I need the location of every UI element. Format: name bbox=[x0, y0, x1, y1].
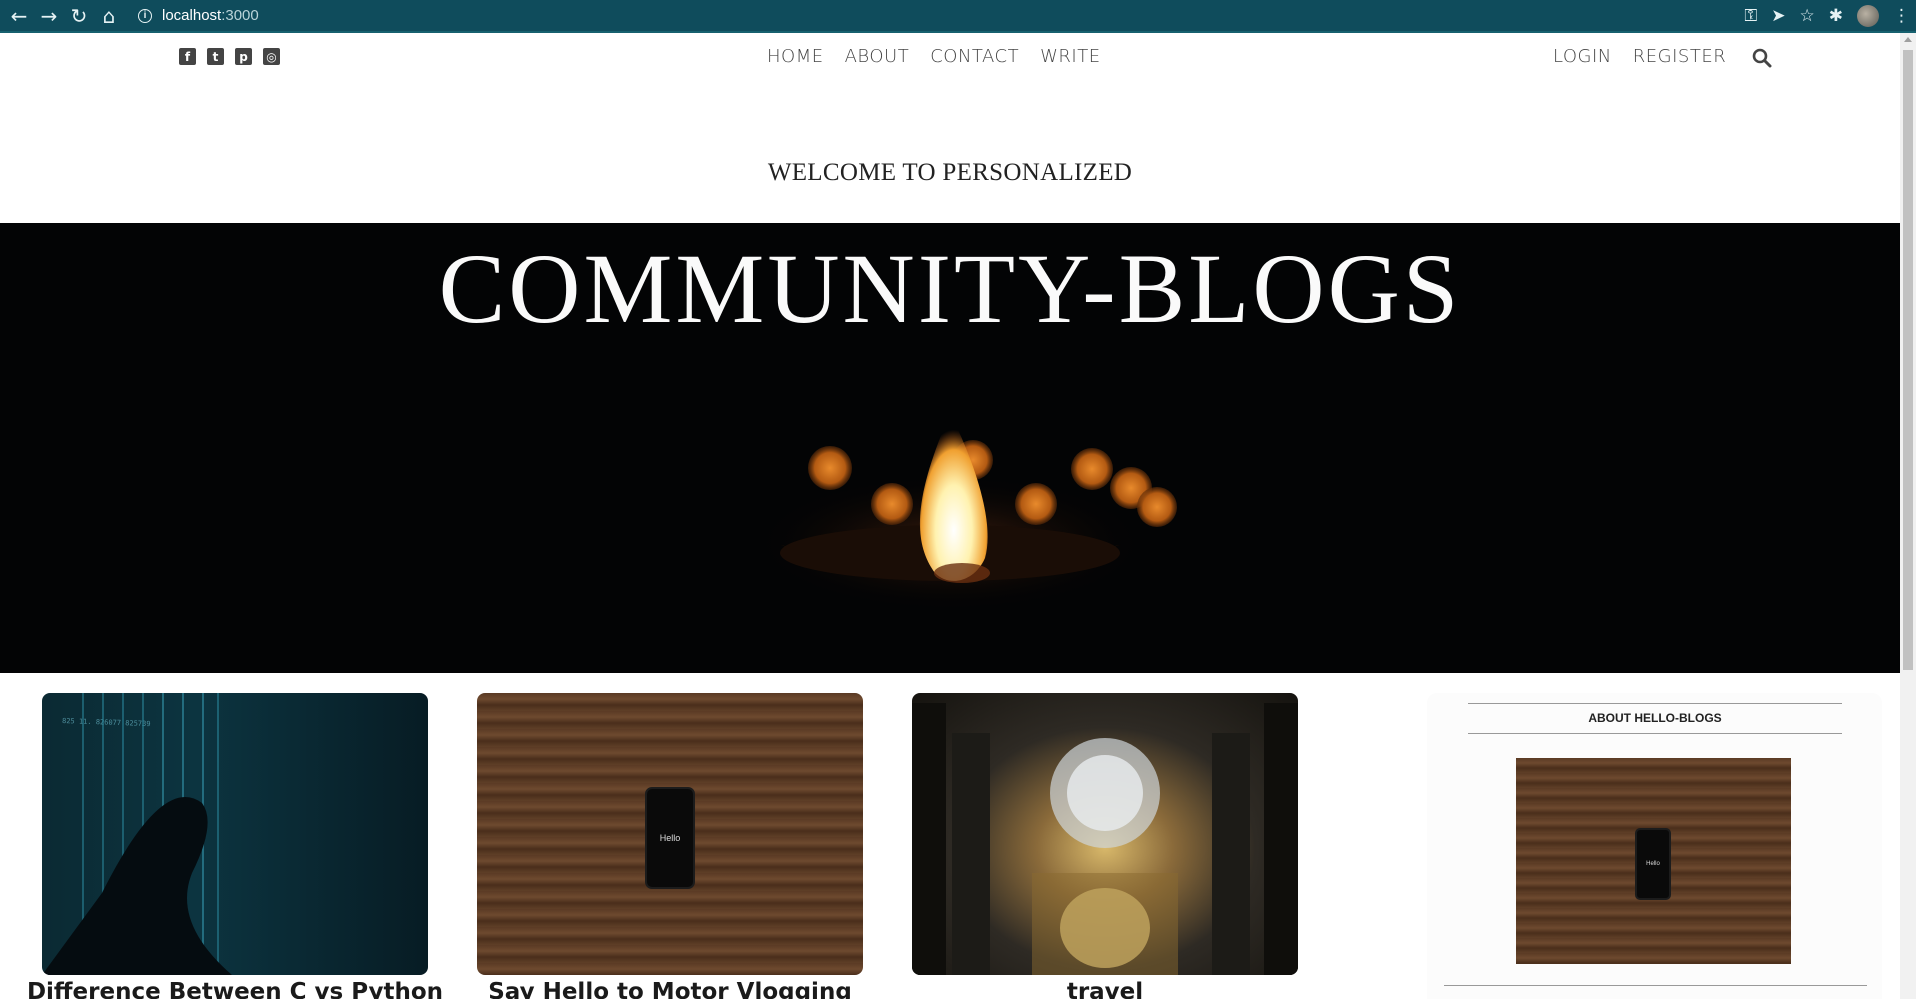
page-viewport: f t p ◎ HOME ABOUT CONTACT WRITE LOGIN R… bbox=[0, 33, 1900, 999]
sidebar: ABOUT HELLO-BLOGS Hello bbox=[1427, 693, 1882, 999]
social-links: f t p ◎ bbox=[179, 48, 280, 65]
post-title[interactable]: travel bbox=[892, 979, 1318, 999]
post-card[interactable]: 825 11. 826077 825739 Difference Between… bbox=[27, 693, 443, 999]
reload-icon[interactable]: ↻ bbox=[64, 2, 94, 30]
instagram-icon[interactable]: ◎ bbox=[263, 48, 280, 65]
home-icon[interactable]: ⌂ bbox=[94, 2, 124, 30]
sidebar-image: Hello bbox=[1516, 758, 1791, 964]
menu-home[interactable]: HOME bbox=[767, 46, 824, 67]
key-icon[interactable]: ⚿ bbox=[1744, 6, 1757, 26]
post-card[interactable]: Hello Say Hello to Motor Vlogging bbox=[477, 693, 863, 999]
send-icon[interactable]: ➤ bbox=[1771, 6, 1785, 26]
menu-write[interactable]: WRITE bbox=[1040, 46, 1100, 67]
post-title[interactable]: Say Hello to Motor Vlogging bbox=[457, 979, 883, 999]
extensions-icon[interactable]: ✱ bbox=[1829, 6, 1843, 26]
svg-text:825 11. 826077 825739: 825 11. 826077 825739 bbox=[62, 717, 151, 728]
address-bar[interactable]: i localhost:3000 bbox=[138, 3, 259, 29]
profile-avatar[interactable] bbox=[1857, 4, 1879, 27]
post-title[interactable]: Difference Between C vs Python bbox=[22, 979, 448, 999]
menu-dots-icon[interactable]: ⋮ bbox=[1893, 6, 1910, 26]
register-link[interactable]: REGISTER bbox=[1633, 46, 1726, 67]
phone-image: Hello bbox=[1635, 828, 1671, 900]
phone-image: Hello bbox=[645, 787, 695, 889]
post-card[interactable]: travel bbox=[912, 693, 1298, 999]
sidebar-title: ABOUT HELLO-BLOGS bbox=[1468, 703, 1842, 734]
hero-banner: COMMUNITY-BLOGS bbox=[0, 223, 1900, 673]
search-icon[interactable] bbox=[1752, 48, 1772, 68]
back-icon[interactable]: ← bbox=[4, 2, 34, 30]
scrollbar-thumb[interactable] bbox=[1903, 50, 1913, 670]
page-scrollbar[interactable] bbox=[1900, 33, 1916, 999]
facebook-icon[interactable]: f bbox=[179, 48, 196, 65]
site-info-icon[interactable]: i bbox=[138, 8, 152, 23]
twitter-icon[interactable]: t bbox=[207, 48, 224, 65]
scroll-up-icon[interactable] bbox=[1904, 37, 1912, 42]
menu-contact[interactable]: CONTACT bbox=[930, 46, 1019, 67]
site-title: COMMUNITY-BLOGS bbox=[438, 233, 1462, 344]
pinterest-icon[interactable]: p bbox=[235, 48, 252, 65]
star-icon[interactable]: ☆ bbox=[1800, 6, 1815, 26]
auth-links: LOGIN REGISTER bbox=[1553, 46, 1726, 67]
post-image[interactable]: 825 11. 826077 825739 bbox=[42, 693, 428, 975]
top-navbar: f t p ◎ HOME ABOUT CONTACT WRITE LOGIN R… bbox=[0, 33, 1900, 78]
menu-about[interactable]: ABOUT bbox=[845, 46, 910, 67]
forward-icon[interactable]: → bbox=[34, 2, 64, 30]
url-port: :3000 bbox=[221, 7, 259, 24]
sidebar-divider bbox=[1444, 985, 1867, 986]
post-image[interactable] bbox=[912, 693, 1298, 975]
url-host: localhost bbox=[162, 7, 222, 24]
browser-toolbar: ← → ↻ ⌂ i localhost:3000 ⚿ ➤ ☆ ✱ ⋮ bbox=[0, 0, 1916, 33]
main-menu: HOME ABOUT CONTACT WRITE bbox=[767, 46, 1101, 67]
login-link[interactable]: LOGIN bbox=[1553, 46, 1612, 67]
post-image[interactable]: Hello bbox=[477, 693, 863, 975]
welcome-heading: WELCOME TO PERSONALIZED bbox=[767, 159, 1133, 186]
